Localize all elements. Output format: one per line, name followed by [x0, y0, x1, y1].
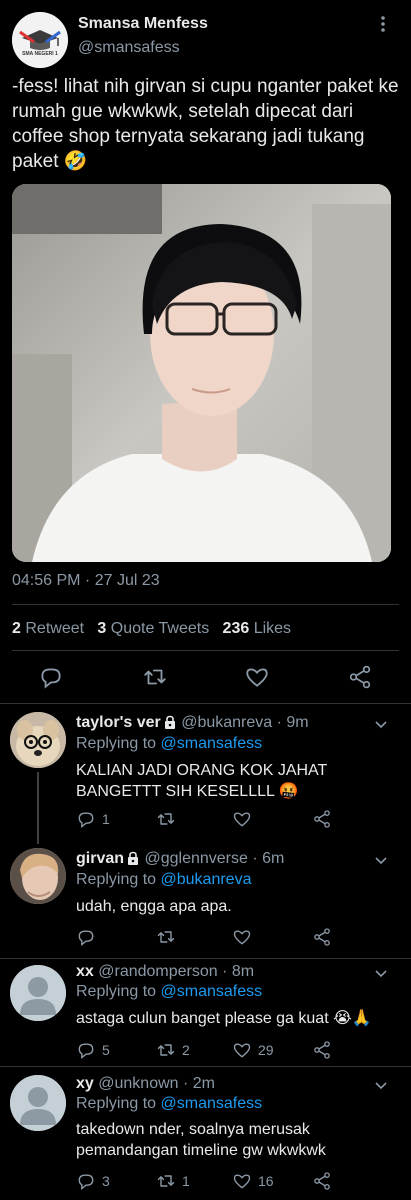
- reply-icon[interactable]: 1: [76, 808, 110, 830]
- mention-link[interactable]: @bukanreva: [161, 871, 252, 888]
- reply-avatar[interactable]: [10, 712, 66, 768]
- like-count: 29: [258, 1042, 274, 1058]
- reply-author[interactable]: girvan @gglennverse · 6m: [76, 850, 284, 870]
- reply-action-bar: 5 2 29: [76, 1039, 396, 1061]
- share-icon[interactable]: [312, 1170, 338, 1192]
- reply-icon[interactable]: [38, 664, 64, 690]
- tweet-action-bar: [0, 664, 411, 694]
- retweet-icon[interactable]: [142, 664, 168, 690]
- mention-link[interactable]: @smansafess: [161, 1095, 263, 1112]
- more-options-icon[interactable]: [373, 1077, 389, 1093]
- reply-author[interactable]: xx @randomperson · 8m: [76, 963, 254, 981]
- more-options-icon[interactable]: [373, 14, 393, 34]
- divider: [12, 650, 399, 651]
- reply-action-bar: 3 1 16: [76, 1170, 396, 1192]
- reply-avatar[interactable]: [10, 1075, 66, 1131]
- reply-text: udah, engga apa apa.: [76, 898, 232, 915]
- lock-icon: [126, 851, 140, 870]
- replying-to: Replying to @smansafess: [76, 983, 263, 1000]
- likes-stat[interactable]: 236 Likes: [223, 620, 292, 637]
- retweet-icon[interactable]: [156, 808, 182, 830]
- author-avatar[interactable]: SMA NEGERI 1: [12, 12, 68, 68]
- reply-icon[interactable]: [76, 926, 102, 948]
- more-options-icon[interactable]: [373, 852, 389, 868]
- tweet-timestamp: 04:56 PM · 27 Jul 23: [12, 572, 160, 589]
- like-count: 16: [258, 1173, 274, 1189]
- heart-icon[interactable]: [232, 808, 258, 830]
- retweet-icon[interactable]: [156, 926, 182, 948]
- more-options-icon[interactable]: [373, 716, 389, 732]
- reply-icon[interactable]: 3: [76, 1170, 110, 1192]
- replying-to: Replying to @smansafess: [76, 735, 263, 752]
- share-icon[interactable]: [347, 664, 373, 690]
- reply-action-bar: 1: [76, 808, 396, 830]
- reply-count: 5: [102, 1042, 110, 1058]
- reply-text: KALIAN JADI ORANG KOK JAHAT BANGETTT SIH…: [76, 762, 328, 800]
- reply-text: astaga culun banget please ga kuat 😭🙏: [76, 1010, 372, 1027]
- replying-to: Replying to @smansafess: [76, 1095, 263, 1112]
- divider: [0, 1066, 411, 1067]
- share-icon[interactable]: [312, 808, 338, 830]
- retweet-stat[interactable]: 2 Retweet: [12, 620, 84, 637]
- retweet-icon[interactable]: 2: [156, 1039, 190, 1061]
- heart-icon[interactable]: [244, 664, 270, 690]
- heart-icon[interactable]: [232, 926, 258, 948]
- reply-count: 3: [102, 1173, 110, 1189]
- divider: [12, 604, 399, 605]
- tweet-photo[interactable]: [12, 184, 391, 562]
- thread-line: [37, 772, 39, 844]
- reply-avatar[interactable]: [10, 965, 66, 1021]
- tweet-stats: 2 Retweet 3 Quote Tweets 236 Likes: [12, 620, 291, 638]
- retweet-count: 2: [182, 1042, 190, 1058]
- reply-icon[interactable]: 5: [76, 1039, 110, 1061]
- tweet-text: -fess! lihat nih girvan si cupu nganter …: [12, 76, 399, 172]
- divider: [0, 703, 411, 704]
- replying-to: Replying to @bukanreva: [76, 871, 252, 888]
- divider: [0, 958, 411, 959]
- mention-link[interactable]: @smansafess: [161, 735, 263, 752]
- author-handle[interactable]: @smansafess: [78, 39, 180, 57]
- avatar-text: SMA NEGERI 1: [22, 51, 58, 57]
- reply-avatar[interactable]: [10, 848, 66, 904]
- reply-action-bar: [76, 926, 396, 948]
- quote-stat[interactable]: 3 Quote Tweets: [97, 620, 209, 637]
- heart-icon[interactable]: 29: [232, 1039, 274, 1061]
- retweet-count: 1: [182, 1173, 190, 1189]
- heart-icon[interactable]: 16: [232, 1170, 274, 1192]
- author-name[interactable]: Smansa Menfess: [78, 15, 208, 33]
- reply-author[interactable]: taylor's ver @bukanreva · 9m: [76, 714, 309, 734]
- lock-icon: [163, 715, 177, 734]
- reply-text: takedown nder, soalnya merusak pemandang…: [76, 1121, 326, 1159]
- retweet-icon[interactable]: 1: [156, 1170, 190, 1192]
- more-options-icon[interactable]: [373, 965, 389, 981]
- reply-count: 1: [102, 811, 110, 827]
- share-icon[interactable]: [312, 926, 338, 948]
- share-icon[interactable]: [312, 1039, 338, 1061]
- reply-author[interactable]: xy @unknown · 2m: [76, 1075, 215, 1093]
- mention-link[interactable]: @smansafess: [161, 983, 263, 1000]
